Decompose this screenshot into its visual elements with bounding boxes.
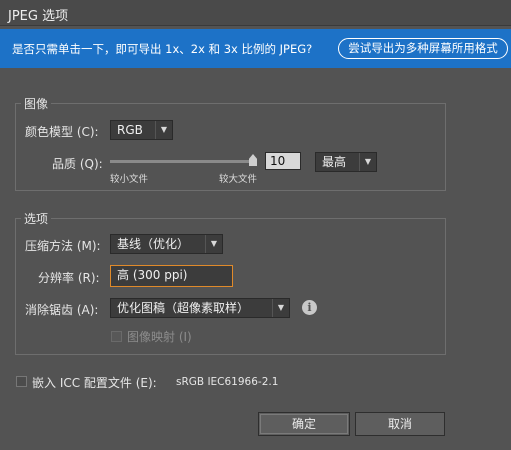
slider-min-label: 较小文件 xyxy=(110,174,149,185)
color-model-label: 颜色模型 (C): xyxy=(25,125,99,139)
color-model-value: RGB xyxy=(117,123,143,137)
color-model-select[interactable]: RGB ▼ xyxy=(110,120,173,140)
cancel-button[interactable]: 取消 xyxy=(355,412,445,436)
quality-value-input[interactable]: 10 xyxy=(265,152,301,170)
antialias-label: 消除锯齿 (A): xyxy=(25,303,99,317)
antialias-value: 优化图稿（超像素取样） xyxy=(117,301,250,315)
antialias-select[interactable]: 优化图稿（超像素取样） ▼ xyxy=(110,298,290,318)
options-group-title: 选项 xyxy=(21,210,52,227)
chevron-down-icon: ▼ xyxy=(359,153,376,171)
chevron-down-icon: ▼ xyxy=(272,299,289,317)
quality-preset-value: 最高 xyxy=(322,155,347,169)
compression-value: 基线（优化） xyxy=(117,237,190,251)
info-icon[interactable]: i xyxy=(302,300,317,315)
window-title: JPEG 选项 xyxy=(8,9,69,24)
compression-label: 压缩方法 (M): xyxy=(25,239,101,253)
resolution-label: 分辨率 (R): xyxy=(38,271,100,285)
banner-message: 是否只需单击一下，即可导出 1x、2x 和 3x 比例的 JPEG? xyxy=(12,42,313,56)
image-group-title: 图像 xyxy=(21,95,52,112)
export-banner: 是否只需单击一下，即可导出 1x、2x 和 3x 比例的 JPEG? 尝试导出为… xyxy=(0,29,511,68)
embed-icc-label: 嵌入 ICC 配置文件 (E): xyxy=(32,376,157,390)
quality-label: 品质 (Q): xyxy=(52,157,103,171)
compression-select[interactable]: 基线（优化） ▼ xyxy=(110,234,223,254)
slider-max-label: 较大文件 xyxy=(219,174,258,185)
ok-button[interactable]: 确定 xyxy=(258,412,350,436)
quality-preset-select[interactable]: 最高 ▼ xyxy=(315,152,377,172)
try-export-multiple-screens-button[interactable]: 尝试导出为多种屏幕所用格式 xyxy=(338,38,508,59)
resolution-value: 高 (300 ppi) xyxy=(117,268,188,282)
imagemap-label: 图像映射 (I) xyxy=(127,330,192,344)
chevron-down-icon: ▼ xyxy=(155,121,172,139)
icc-profile-name: sRGB IEC61966-2.1 xyxy=(176,376,279,388)
chevron-down-icon: ▼ xyxy=(205,235,222,253)
quality-slider-track[interactable] xyxy=(110,160,255,163)
title-bar: JPEG 选项 xyxy=(0,0,511,26)
imagemap-checkbox[interactable] xyxy=(111,331,122,342)
resolution-select[interactable]: 高 (300 ppi) xyxy=(110,265,233,287)
embed-icc-checkbox[interactable] xyxy=(16,376,27,387)
